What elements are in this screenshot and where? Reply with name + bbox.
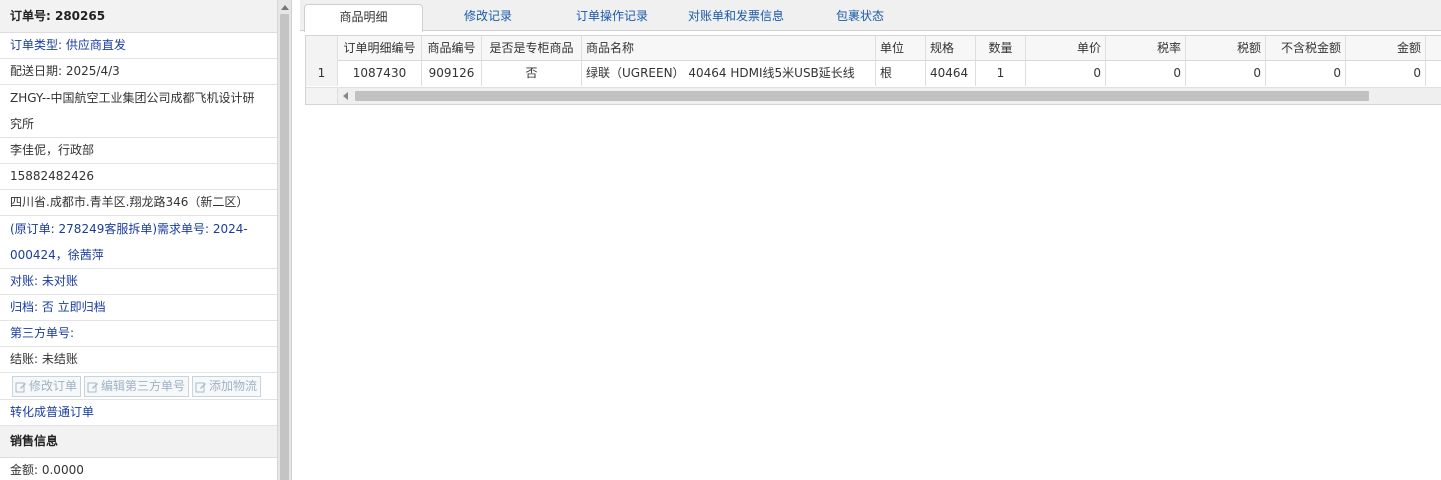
order-number-header: 订单号: 280265	[0, 0, 277, 33]
column-header-counter[interactable]: 是否是专柜商品	[482, 36, 582, 61]
cell-product-name-link[interactable]: 绿联（UGREEN） 40464 HDMI线5米USB延长线	[582, 61, 876, 86]
order-info-panel: 订单号: 280265 订单类型: 供应商直发 配送日期: 2025/4/3 Z…	[0, 0, 278, 480]
product-grid: 订单明细编号 商品编号 是否是专柜商品 商品名称 单位 规格 数量 单价 税率 …	[305, 35, 1441, 105]
horizontal-scrollbar-thumb[interactable]	[355, 91, 1369, 101]
column-header-unit[interactable]: 单位	[876, 36, 926, 61]
order-type: 订单类型: 供应商直发	[0, 33, 277, 59]
order-action-buttons: 修改订单 编辑第三方单号 添加物流	[0, 373, 277, 400]
row-index: 1	[306, 61, 338, 86]
left-panel-scrollbar[interactable]	[278, 0, 292, 480]
convert-to-normal-order-link[interactable]: 转化成普通订单	[0, 400, 277, 426]
reconcile-status: 对账: 未对账	[0, 269, 277, 295]
column-header-net-amount[interactable]: 不含税金额	[1266, 36, 1346, 61]
sales-info-header: 销售信息	[0, 426, 277, 458]
customer-name: ZHGY--中国航空工业集团公司成都飞机设计研 究所	[0, 85, 277, 138]
edit-order-label: 修改订单	[29, 379, 78, 393]
column-header-amount[interactable]: 金额	[1346, 36, 1426, 61]
tab-modify-log[interactable]: 修改记录	[430, 4, 546, 31]
sales-amount: 金额: 0.0000	[0, 458, 277, 480]
customer-name-line1: ZHGY--中国航空工业集团公司成都飞机设计研	[10, 91, 255, 105]
cell-tax-rate: 0	[1106, 61, 1186, 86]
table-row[interactable]: 1 1087430 909126 否 绿联（UGREEN） 40464 HDMI…	[306, 61, 1441, 86]
customer-name-line2: 究所	[10, 117, 35, 131]
cell-product-id-link[interactable]: 909126	[422, 61, 482, 86]
column-header-tax[interactable]: 税额	[1186, 36, 1266, 61]
delivery-date: 配送日期: 2025/4/3	[0, 59, 277, 85]
grid-footer-corner	[306, 87, 338, 104]
column-header-tax-rate[interactable]: 税率	[1106, 36, 1186, 61]
add-logistics-button[interactable]: 添加物流	[192, 376, 262, 397]
origin-order-info: (原订单: 278249客服拆单)需求单号: 2024- 000424，徐茜萍	[0, 216, 277, 269]
tab-package-status[interactable]: 包裹状态	[804, 4, 916, 31]
tab-product-detail[interactable]: 商品明细	[304, 4, 423, 32]
archive-status[interactable]: 归档: 否 立即归档	[0, 295, 277, 321]
add-logistics-label: 添加物流	[209, 379, 258, 393]
scrollbar-thumb[interactable]	[280, 14, 289, 480]
origin-order-line2: 000424，徐茜萍	[10, 248, 104, 262]
edit-icon	[195, 382, 207, 392]
cell-amount: 0	[1346, 61, 1426, 86]
cell-price: 0	[1026, 61, 1106, 86]
edit-order-button[interactable]: 修改订单	[12, 376, 82, 397]
cell-spec: 40464	[926, 61, 976, 86]
column-header-product-id[interactable]: 商品编号	[422, 36, 482, 61]
edit-icon	[15, 382, 26, 392]
column-header-detail-id[interactable]: 订单明细编号	[338, 36, 422, 61]
tab-statement-invoice[interactable]: 对账单和发票信息	[676, 4, 796, 31]
cell-net-amount: 0	[1266, 61, 1346, 86]
cell-detail-id: 1087430	[338, 61, 422, 86]
scroll-up-arrow-icon[interactable]	[281, 5, 289, 10]
column-header-qty[interactable]: 数量	[976, 36, 1026, 61]
edit-icon	[87, 382, 99, 392]
grid-header: 订单明细编号 商品编号 是否是专柜商品 商品名称 单位 规格 数量 单价 税率 …	[306, 36, 1441, 61]
cell-qty: 1	[976, 61, 1026, 86]
cell-unit: 根	[876, 61, 926, 86]
tab-operation-log[interactable]: 订单操作记录	[558, 4, 666, 31]
grid-horizontal-scrollbar[interactable]	[338, 87, 1441, 104]
cell-tax: 0	[1186, 61, 1266, 86]
scroll-left-arrow-icon[interactable]	[343, 92, 348, 100]
contact-person: 李佳伲，行政部	[0, 138, 277, 164]
settlement-status: 结账: 未结账	[0, 347, 277, 373]
detail-tabs: 商品明细 修改记录 订单操作记录 对账单和发票信息 包裹状态	[300, 0, 1441, 32]
grid-corner	[306, 36, 338, 61]
column-header-product-name[interactable]: 商品名称	[582, 36, 876, 61]
column-header-price[interactable]: 单价	[1026, 36, 1106, 61]
contact-phone: 15882482426	[0, 164, 277, 190]
cell-counter: 否	[482, 61, 582, 86]
column-header-spec[interactable]: 规格	[926, 36, 976, 61]
third-party-number: 第三方单号:	[0, 321, 277, 347]
order-detail-area: 商品明细 修改记录 订单操作记录 对账单和发票信息 包裹状态 订单明细编号 商品…	[300, 0, 1441, 480]
edit-third-party-label: 编辑第三方单号	[101, 379, 186, 393]
origin-order-line1: (原订单: 278249客服拆单)需求单号: 2024-	[10, 222, 248, 236]
delivery-address: 四川省.成都市.青羊区.翔龙路346（新二区）	[0, 190, 277, 216]
edit-third-party-button[interactable]: 编辑第三方单号	[84, 376, 190, 397]
